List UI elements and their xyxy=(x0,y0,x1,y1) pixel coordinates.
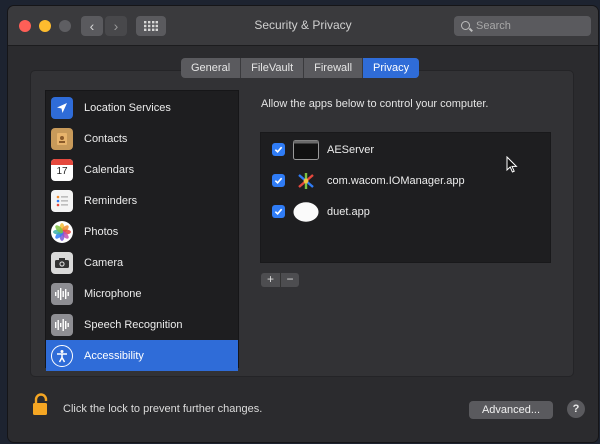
remove-app-button[interactable]: − xyxy=(280,273,299,287)
sidebar-item-contacts[interactable]: Contacts xyxy=(46,123,238,154)
privacy-description: Allow the apps below to control your com… xyxy=(261,98,489,110)
waveform-icon xyxy=(51,282,73,305)
sidebar-item-label: Calendars xyxy=(84,163,135,176)
tab-privacy[interactable]: Privacy xyxy=(363,58,420,78)
accessibility-person-icon xyxy=(51,344,73,367)
duet-app-icon xyxy=(293,201,319,222)
sidebar-item-camera[interactable]: Camera xyxy=(46,247,238,278)
reminders-list-icon xyxy=(51,189,73,212)
sidebar-item-location-services[interactable]: Location Services xyxy=(46,92,238,123)
sidebar-item-label: Speech Recognition xyxy=(84,318,183,331)
advanced-button[interactable]: Advanced... xyxy=(469,401,553,419)
tab-firewall[interactable]: Firewall xyxy=(304,58,364,78)
terminal-app-icon xyxy=(293,139,319,160)
sidebar-item-accessibility[interactable]: Accessibility xyxy=(46,340,238,371)
privacy-category-list[interactable]: Location Services Contacts 17 Calendars … xyxy=(45,90,239,371)
lock-hint-text: Click the lock to prevent further change… xyxy=(63,403,263,415)
contacts-book-icon xyxy=(51,127,73,150)
checkmark-icon xyxy=(274,177,283,185)
wacom-app-icon xyxy=(293,171,319,191)
sidebar-item-calendars[interactable]: 17 Calendars xyxy=(46,154,238,185)
sidebar-item-label: Photos xyxy=(84,225,119,238)
sidebar-item-photos[interactable]: Photos xyxy=(46,216,238,247)
speech-waveform-icon xyxy=(51,313,73,336)
title-bar: ‹ › Security & Privacy Search xyxy=(8,6,598,46)
search-placeholder: Search xyxy=(476,20,511,32)
sidebar-item-label: Accessibility xyxy=(84,349,144,362)
sidebar-item-label: Microphone xyxy=(84,287,142,300)
mouse-cursor-icon xyxy=(506,156,518,173)
app-name: duet.app xyxy=(327,205,370,218)
location-arrow-icon xyxy=(51,96,73,119)
help-button[interactable]: ? xyxy=(567,400,585,418)
app-enable-checkbox[interactable] xyxy=(272,205,285,218)
sidebar-item-label: Camera xyxy=(84,256,124,269)
calendar-icon: 17 xyxy=(51,158,73,181)
tab-general[interactable]: General xyxy=(181,58,242,78)
add-app-button[interactable]: + xyxy=(261,273,280,287)
tab-filevault[interactable]: FileVault xyxy=(241,58,305,78)
photos-flower-icon xyxy=(51,220,73,243)
allowed-apps-list[interactable]: AEServer com.wacom.IOManager.app duet.ap… xyxy=(260,132,551,263)
app-name: com.wacom.IOManager.app xyxy=(327,174,465,187)
app-enable-checkbox[interactable] xyxy=(272,174,285,187)
preferences-window: ‹ › Security & Privacy Search General Fi… xyxy=(8,6,598,442)
app-enable-checkbox[interactable] xyxy=(272,143,285,156)
checkmark-icon xyxy=(274,208,283,216)
lock-icon[interactable] xyxy=(32,393,52,417)
list-item[interactable]: duet.app xyxy=(261,196,550,227)
calendar-date: 17 xyxy=(56,165,68,177)
sidebar-item-label: Location Services xyxy=(84,101,171,114)
camera-icon xyxy=(51,251,73,274)
search-icon xyxy=(461,21,470,30)
tab-bar: General FileVault Firewall Privacy xyxy=(181,58,420,78)
search-field[interactable]: Search xyxy=(454,16,591,36)
checkmark-icon xyxy=(274,146,283,154)
app-name: AEServer xyxy=(327,143,375,156)
sidebar-item-speech-recognition[interactable]: Speech Recognition xyxy=(46,309,238,340)
sidebar-item-microphone[interactable]: Microphone xyxy=(46,278,238,309)
sidebar-item-label: Reminders xyxy=(84,194,138,207)
sidebar-item-reminders[interactable]: Reminders xyxy=(46,185,238,216)
sidebar-item-label: Contacts xyxy=(84,132,128,145)
add-remove-control: + − xyxy=(261,273,299,287)
